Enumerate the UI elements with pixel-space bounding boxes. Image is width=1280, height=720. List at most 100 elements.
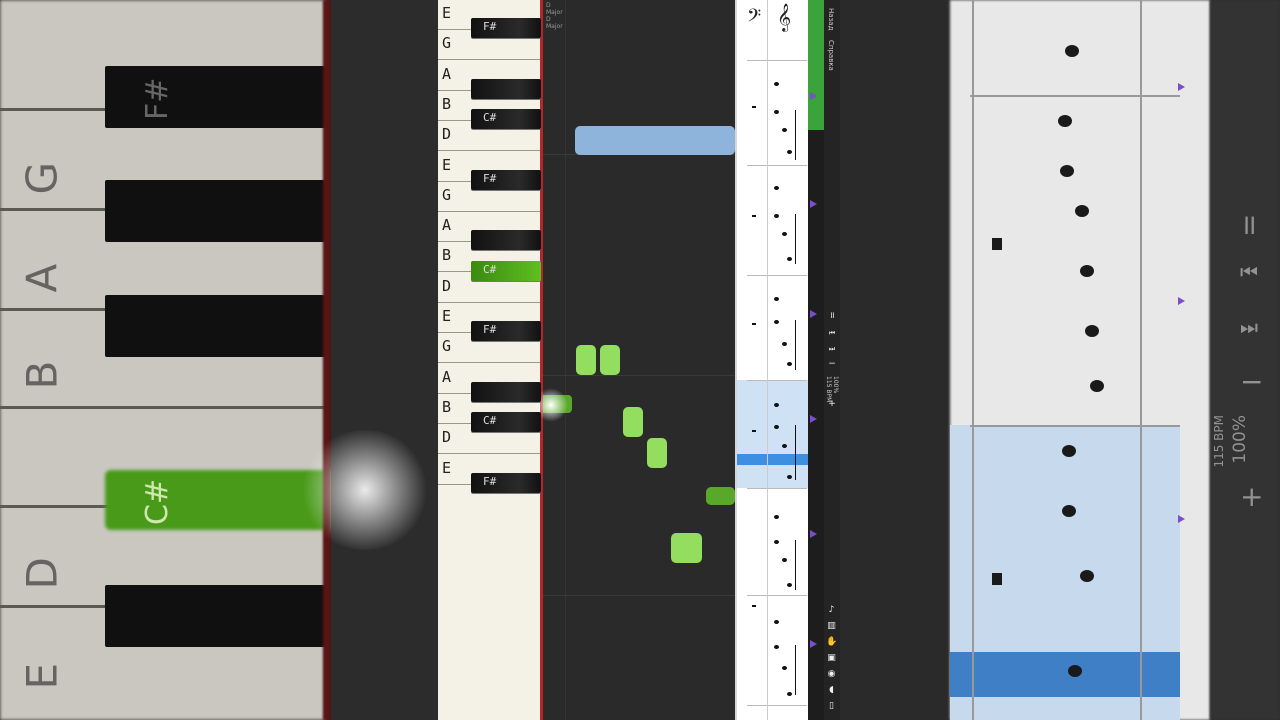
barline bbox=[747, 380, 807, 381]
score-note bbox=[774, 214, 779, 218]
score-note bbox=[787, 692, 792, 696]
bg-black-label: F# bbox=[140, 77, 175, 120]
rest-icon bbox=[752, 215, 756, 217]
black-key[interactable]: F# bbox=[471, 18, 541, 39]
score-note bbox=[774, 403, 779, 407]
bg-pause-icon: ॥ bbox=[1240, 208, 1257, 241]
black-key-label: F# bbox=[483, 20, 497, 34]
black-key[interactable]: C# bbox=[471, 109, 541, 130]
bg-white-label: G bbox=[17, 161, 67, 195]
score-stem bbox=[795, 320, 796, 370]
bg-white-label: A bbox=[17, 263, 67, 293]
score-stem bbox=[795, 214, 796, 264]
barline bbox=[747, 488, 807, 489]
white-key-label: A bbox=[442, 367, 452, 386]
bg-black-key bbox=[105, 180, 325, 242]
bg-note bbox=[1080, 570, 1094, 582]
sheet-music[interactable]: 𝄢 𝄞 bbox=[735, 0, 810, 720]
bg-barline bbox=[970, 425, 1180, 427]
bg-white-label: B bbox=[17, 360, 67, 390]
note-block bbox=[706, 487, 735, 505]
black-key[interactable] bbox=[471, 230, 541, 251]
piano-keyboard[interactable]: E F# G A B C# D E F# G A B C# D E F# G A B C# D E F# bbox=[438, 0, 541, 720]
bg-white-label: E bbox=[17, 662, 67, 690]
score-note bbox=[787, 150, 792, 154]
score-note bbox=[774, 620, 779, 624]
score-note bbox=[782, 444, 787, 448]
help-button[interactable]: Справка bbox=[827, 40, 835, 71]
score-playhead bbox=[737, 454, 810, 465]
tempo-minus-button[interactable]: − bbox=[825, 358, 839, 370]
sound-icon[interactable]: ◖ bbox=[826, 685, 837, 695]
black-key[interactable] bbox=[471, 78, 541, 99]
bg-white-label: D bbox=[17, 557, 67, 590]
score-stem bbox=[795, 425, 796, 480]
black-key[interactable]: C# bbox=[471, 412, 541, 433]
score-note bbox=[774, 186, 779, 190]
background-right-blur: ॥ ⏮ ⏭ − 100% 115 BPM + bbox=[940, 0, 1280, 720]
back-button[interactable]: Назад bbox=[827, 8, 835, 30]
black-key[interactable]: F# bbox=[471, 472, 541, 493]
bg-note bbox=[1062, 505, 1076, 517]
white-key-label: D bbox=[442, 428, 452, 447]
score-note bbox=[787, 583, 792, 587]
roll-gridline bbox=[543, 595, 735, 596]
bg-note bbox=[1068, 665, 1082, 677]
score-note bbox=[787, 475, 792, 479]
current-measure-highlight bbox=[737, 380, 810, 488]
black-key[interactable] bbox=[471, 381, 541, 402]
black-key-label: F# bbox=[483, 171, 497, 185]
white-key-label: D bbox=[442, 276, 452, 295]
black-key[interactable]: F# bbox=[471, 321, 541, 342]
score-note bbox=[774, 297, 779, 301]
song-progress-bar[interactable] bbox=[808, 0, 824, 720]
bg-black-key bbox=[105, 295, 325, 357]
bg-note bbox=[1090, 380, 1104, 392]
screen-icon[interactable]: ▯ bbox=[826, 701, 837, 711]
settings-icon[interactable]: ▣ bbox=[826, 653, 837, 663]
score-note bbox=[774, 540, 779, 544]
eye-icon[interactable]: ◉ bbox=[826, 669, 837, 679]
tempo-percent: 100% bbox=[832, 376, 839, 394]
white-key-label: G bbox=[442, 34, 452, 53]
metronome-icon[interactable]: ♪ bbox=[826, 605, 837, 615]
staff-line bbox=[747, 60, 807, 61]
prev-button[interactable]: ⏮ bbox=[825, 327, 839, 339]
section-marker bbox=[810, 310, 817, 318]
white-key-label: E bbox=[442, 458, 452, 477]
bg-plus: + bbox=[1240, 480, 1264, 513]
score-note bbox=[782, 558, 787, 562]
bg-next-icon: ⏭ bbox=[1240, 315, 1258, 339]
bg-note bbox=[1060, 165, 1074, 177]
bg-tempo-percent: 100% bbox=[1230, 415, 1250, 464]
section-marker bbox=[810, 530, 817, 538]
bg-note bbox=[1080, 265, 1094, 277]
black-key-label: F# bbox=[483, 474, 497, 488]
bg-black-label: C# bbox=[140, 478, 175, 525]
key-sig-text: D bbox=[546, 16, 551, 23]
bg-toolbar bbox=[1210, 0, 1280, 720]
tempo-plus-button[interactable]: + bbox=[825, 398, 839, 410]
bg-roll bbox=[331, 0, 440, 720]
black-key-label: C# bbox=[483, 262, 497, 276]
black-key[interactable]: C# bbox=[471, 260, 541, 281]
barline bbox=[747, 275, 807, 276]
bg-prev-icon: ⏮ bbox=[1240, 260, 1258, 284]
key-sig-text: Major bbox=[546, 23, 563, 30]
hand-icon[interactable]: ✋ bbox=[826, 637, 837, 647]
score-note bbox=[774, 515, 779, 519]
black-key[interactable]: F# bbox=[471, 169, 541, 190]
key-signature: D Major D Major bbox=[546, 2, 563, 30]
next-button[interactable]: ⏭ bbox=[825, 343, 839, 355]
bg-minus: − bbox=[1240, 365, 1264, 398]
score-note bbox=[782, 128, 787, 132]
bg-note bbox=[1075, 205, 1089, 217]
score-stem bbox=[795, 110, 796, 160]
pause-button[interactable]: ॥ bbox=[825, 310, 839, 322]
barline bbox=[747, 705, 807, 706]
book-icon[interactable]: ▥ bbox=[826, 621, 837, 631]
bg-staff-line bbox=[1140, 0, 1142, 720]
white-key-label: A bbox=[442, 216, 452, 235]
rest-icon bbox=[752, 323, 756, 325]
note-block bbox=[600, 345, 620, 375]
